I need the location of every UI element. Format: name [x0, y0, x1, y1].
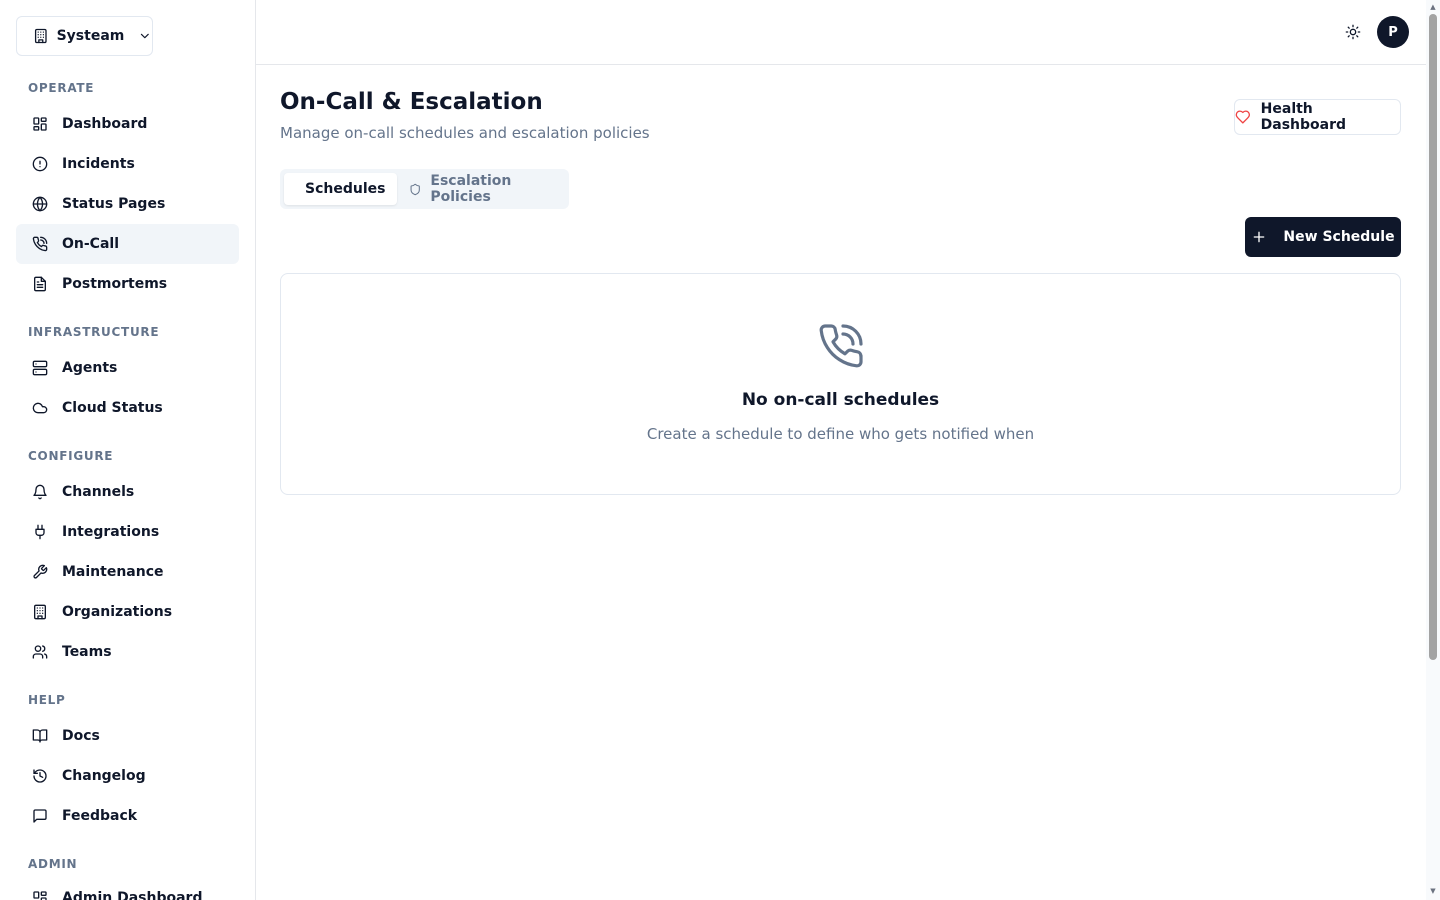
layout-grid-icon — [33, 117, 47, 131]
plus-icon — [1254, 231, 1265, 243]
sidebar-item-agents[interactable]: Agents — [16, 348, 239, 388]
scroll-thumb[interactable] — [1429, 14, 1437, 660]
tab-label: Escalation Policies — [430, 173, 512, 205]
sidebar-item-postmortems[interactable]: Postmortems — [16, 264, 239, 304]
sidebar-item-label: Dashboard — [62, 116, 148, 132]
sidebar-item-organizations[interactable]: Organizations — [16, 592, 239, 632]
plug-icon — [35, 524, 45, 540]
sidebar-item-cloud-status[interactable]: Cloud Status — [16, 388, 239, 428]
file-text-icon — [34, 276, 46, 292]
sidebar-item-teams[interactable]: Teams — [16, 632, 239, 672]
sidebar-item-label: Changelog — [62, 768, 146, 784]
alert-circle-icon — [32, 156, 48, 172]
nav-section-help: HELP — [28, 693, 66, 707]
nav-section-operate: OPERATE — [28, 81, 95, 95]
sidebar-item-maintenance[interactable]: Maintenance — [16, 552, 239, 592]
health-dashboard-button[interactable]: Health Dashboard — [1234, 99, 1401, 135]
topbar: P — [256, 0, 1426, 65]
nav-section-admin: ADMIN — [28, 857, 78, 871]
book-open-icon — [32, 729, 48, 743]
org-switcher[interactable]: Systeam — [16, 16, 153, 56]
empty-state-card: No on-call schedules Create a schedule t… — [280, 273, 1401, 495]
sidebar-item-label: Teams — [62, 644, 112, 660]
users-icon — [32, 645, 48, 659]
sidebar-item-admin-dashboard[interactable]: Admin Dashboard — [16, 878, 239, 900]
sidebar: Systeam OPERATE Dashboard Incidents Stat… — [0, 0, 256, 900]
tab-escalation-policies[interactable]: Escalation Policies — [397, 173, 563, 205]
sidebar-item-label: On-Call — [62, 236, 119, 252]
tab-schedules[interactable]: Schedules — [284, 173, 397, 205]
chevron-down-icon — [141, 33, 150, 39]
sidebar-item-label: Incidents — [62, 156, 135, 172]
globe-icon — [32, 196, 48, 212]
org-name: Systeam — [56, 28, 125, 44]
sidebar-item-label: Integrations — [62, 524, 160, 540]
sidebar-item-status-pages[interactable]: Status Pages — [16, 184, 239, 224]
sidebar-item-label: Docs — [62, 728, 100, 744]
phone-call-icon — [32, 236, 48, 252]
sidebar-item-label: Organizations — [62, 604, 173, 620]
tabs-list: Schedules Escalation Policies — [280, 169, 569, 209]
building-icon — [34, 604, 46, 620]
sidebar-item-label: Postmortems — [62, 276, 168, 292]
sidebar-item-on-call[interactable]: On-Call — [16, 224, 239, 264]
page-scrollbar[interactable]: ▲ ▼ — [1426, 0, 1440, 900]
layout-grid-icon — [33, 891, 47, 900]
shield-icon — [410, 183, 420, 195]
nav-section-infrastructure: INFRASTRUCTURE — [28, 325, 160, 339]
history-icon — [33, 769, 47, 783]
sidebar-item-feedback[interactable]: Feedback — [16, 796, 239, 836]
empty-state-title: No on-call schedules — [741, 390, 940, 410]
sidebar-item-label: Cloud Status — [62, 400, 163, 416]
server-icon — [32, 360, 48, 376]
phone-call-icon — [819, 324, 863, 368]
message-square-icon — [33, 809, 47, 823]
wrench-icon — [33, 564, 48, 579]
sidebar-item-incidents[interactable]: Incidents — [16, 144, 239, 184]
empty-state-description: Create a schedule to define who gets not… — [646, 425, 1035, 443]
sidebar-item-label: Status Pages — [62, 196, 166, 212]
nav-section-configure: CONFIGURE — [28, 449, 114, 463]
page-title: On-Call & Escalation — [280, 89, 543, 115]
cloud-icon — [32, 402, 48, 414]
page-subtitle: Manage on-call schedules and escalation … — [280, 124, 650, 142]
sidebar-item-label: Feedback — [62, 808, 138, 824]
sidebar-item-label: Agents — [62, 360, 118, 376]
sidebar-item-label: Maintenance — [62, 564, 164, 580]
sidebar-item-label: Channels — [62, 484, 135, 500]
scroll-down-icon[interactable]: ▼ — [1429, 887, 1437, 895]
new-schedule-label: New Schedule — [1283, 229, 1395, 245]
sidebar-item-docs[interactable]: Docs — [16, 716, 239, 756]
bell-icon — [33, 484, 47, 500]
sun-icon — [1345, 24, 1361, 40]
theme-toggle-button[interactable] — [1343, 22, 1363, 42]
sidebar-item-changelog[interactable]: Changelog — [16, 756, 239, 796]
sidebar-item-label: Admin Dashboard — [62, 890, 203, 900]
building-icon — [34, 28, 47, 44]
tab-label: Schedules — [305, 181, 386, 197]
sidebar-item-integrations[interactable]: Integrations — [16, 512, 239, 552]
scroll-up-icon[interactable]: ▲ — [1429, 3, 1437, 11]
new-schedule-button[interactable]: New Schedule — [1245, 217, 1401, 257]
user-avatar[interactable]: P — [1377, 16, 1409, 48]
heart-icon — [1235, 110, 1251, 124]
sidebar-item-dashboard[interactable]: Dashboard — [16, 104, 239, 144]
sidebar-item-channels[interactable]: Channels — [16, 472, 239, 512]
health-dashboard-label: Health Dashboard — [1260, 101, 1347, 133]
